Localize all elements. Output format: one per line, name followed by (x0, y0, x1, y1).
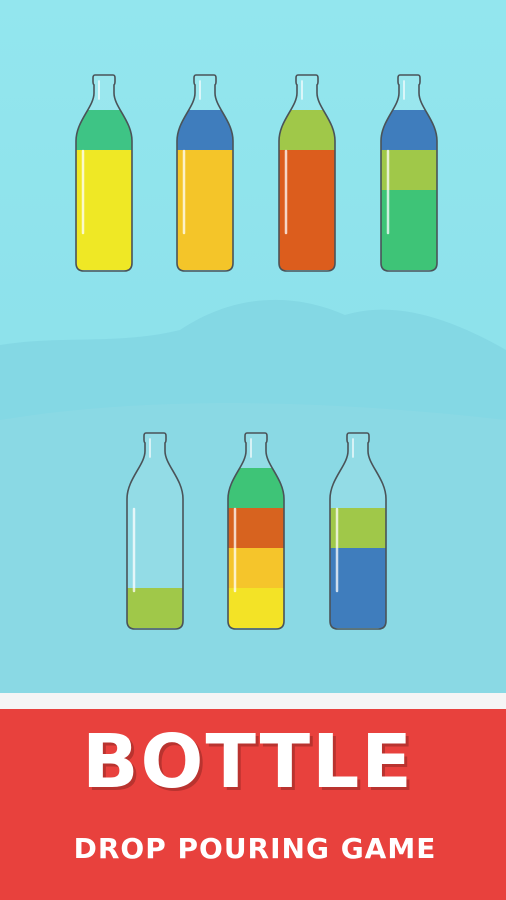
bottle-7[interactable] (329, 431, 387, 631)
bottle-glass (227, 432, 285, 630)
bottle-6[interactable] (227, 431, 285, 631)
bottle-4[interactable] (380, 73, 438, 273)
game-subtitle: DROP POURING GAME (73, 832, 437, 865)
bottle-glass (75, 74, 133, 272)
banner-divider (0, 693, 506, 709)
game-board (0, 0, 506, 693)
bottle-5[interactable] (126, 431, 184, 631)
bottle-glass (126, 432, 184, 630)
bottle-2[interactable] (176, 73, 234, 273)
bottle-glass (329, 432, 387, 630)
bottle-glass (176, 74, 234, 272)
bottle-glass (278, 74, 336, 272)
bottle-glass (380, 74, 438, 272)
game-title: BOTTLE (82, 719, 414, 805)
bottle-3[interactable] (278, 73, 336, 273)
bottle-1[interactable] (75, 73, 133, 273)
